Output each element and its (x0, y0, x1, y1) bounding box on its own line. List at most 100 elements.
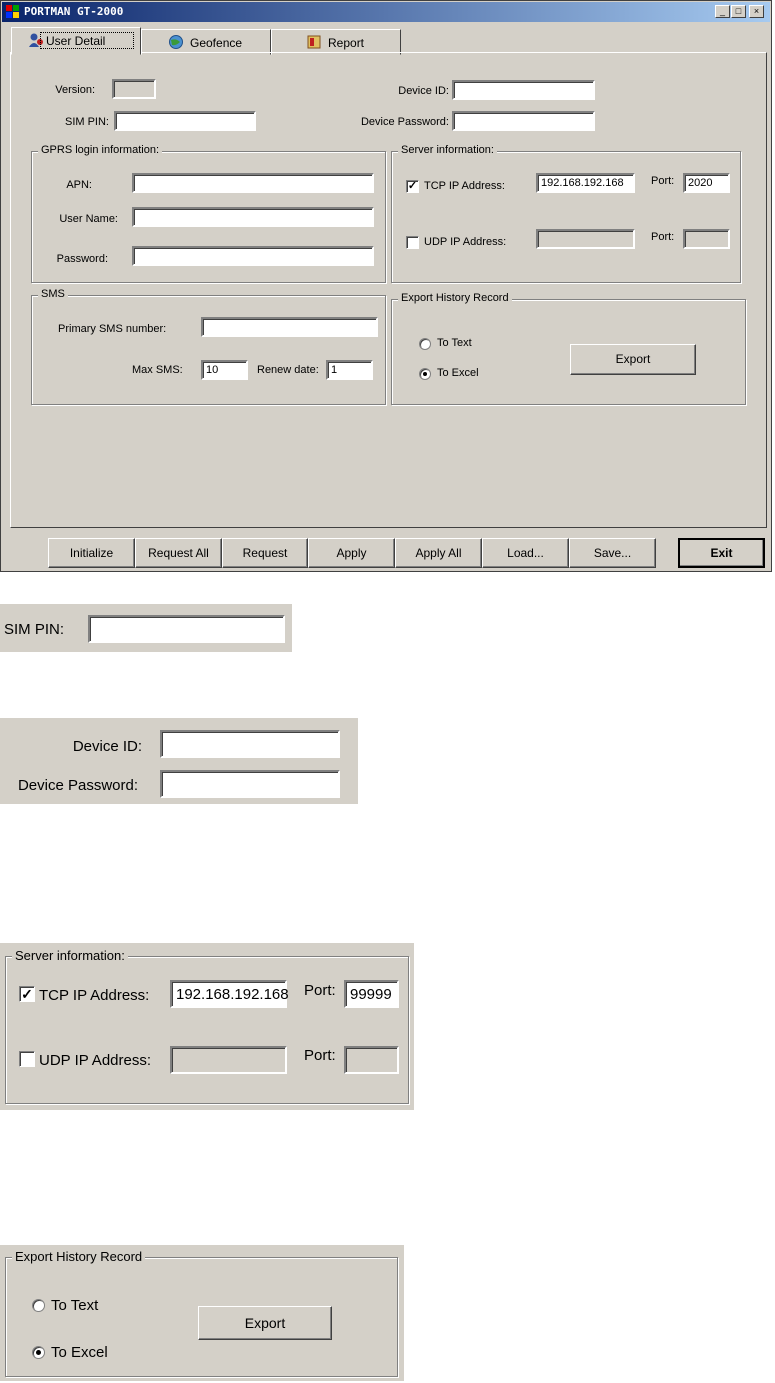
report-book-icon (306, 34, 322, 50)
user-name-input[interactable] (132, 207, 374, 227)
app-window: PORTMAN GT-2000 _ □ × User Detail Geofen… (0, 0, 772, 572)
server-group-title: Server information: (12, 948, 128, 963)
udp-port-label: Port: (651, 231, 675, 243)
apply-all-button[interactable]: Apply All (395, 538, 482, 568)
focus-rect (40, 32, 134, 49)
to-text-radio[interactable] (419, 338, 431, 350)
button-label: Load... (507, 546, 544, 560)
tab-label: Report (328, 36, 365, 50)
export-button: Export (198, 1306, 332, 1340)
tcp-ip-label: TCP IP Address: (424, 180, 505, 192)
export-button[interactable]: Export (570, 344, 696, 375)
udp-ip-input (536, 229, 635, 249)
zoom-sim-pin: SIM PIN: (0, 604, 292, 652)
sim-pin-label: SIM PIN: (4, 621, 65, 638)
save-button[interactable]: Save... (569, 538, 656, 568)
export-group: Export History Record To Text To Excel E… (391, 292, 746, 405)
tcp-checkbox[interactable]: ✓ (406, 180, 419, 193)
gprs-group: GPRS login information: APN: User Name: … (31, 144, 386, 283)
zoom-export: Export History Record To Text To Excel E… (0, 1245, 404, 1381)
udp-ip-label: UDP IP Address: (424, 236, 507, 248)
app-icon (6, 5, 20, 19)
tcp-port-input: 99999 (344, 980, 399, 1008)
device-id-input (160, 730, 340, 758)
tcp-ip-label: TCP IP Address: (39, 987, 150, 1004)
to-excel-label: To Excel (51, 1344, 108, 1361)
export-group-title: Export History Record (12, 1249, 146, 1264)
max-sms-input[interactable]: 10 (201, 360, 248, 380)
udp-port-input (344, 1046, 399, 1074)
user-detail-panel: Version: SIM PIN: Device ID: Device Pass… (10, 52, 767, 528)
to-excel-radio (32, 1346, 45, 1359)
server-group-title: Server information: (398, 144, 497, 156)
apn-label: APN: (66, 179, 92, 191)
udp-port-input (683, 229, 730, 249)
password-input[interactable] (132, 246, 374, 266)
sim-pin-input[interactable] (114, 111, 256, 131)
device-id-label: Device ID: (398, 85, 449, 97)
maximize-button[interactable]: □ (731, 5, 746, 18)
zoom-device: Device ID: Device Password: (0, 718, 358, 804)
initialize-button[interactable]: Initialize (48, 538, 135, 568)
to-text-label: To Text (51, 1297, 99, 1314)
request-all-button[interactable]: Request All (135, 538, 222, 568)
tcp-port-input[interactable]: 2020 (683, 173, 730, 193)
load-button[interactable]: Load... (482, 538, 569, 568)
request-button[interactable]: Request (222, 538, 308, 568)
tcp-ip-input[interactable]: 192.168.192.168 (536, 173, 635, 193)
renew-date-input[interactable]: 1 (326, 360, 373, 380)
tcp-port-label: Port: (651, 175, 675, 187)
exit-button[interactable]: Exit (678, 538, 765, 568)
udp-port-label: Port: (304, 1047, 336, 1064)
button-label: Request All (148, 546, 209, 560)
title-bar[interactable]: PORTMAN GT-2000 _ □ × (2, 2, 770, 22)
to-text-radio (32, 1299, 45, 1312)
device-id-input[interactable] (452, 80, 595, 100)
button-label: Request (242, 546, 288, 560)
renew-date-label: Renew date: (257, 364, 319, 376)
minimize-button[interactable]: _ (715, 5, 730, 18)
button-label: Exit (710, 546, 733, 560)
window-title: PORTMAN GT-2000 (24, 5, 124, 18)
apply-button[interactable]: Apply (308, 538, 395, 568)
password-label: Password: (56, 253, 108, 265)
tab-label: Geofence (190, 36, 243, 50)
version-field (112, 79, 156, 99)
zoom-server: Server information: ✓ TCP IP Address: 19… (0, 943, 414, 1110)
export-group-title: Export History Record (398, 292, 512, 304)
udp-checkbox (19, 1051, 35, 1067)
device-password-label: Device Password: (17, 777, 138, 794)
sim-pin-input (88, 615, 285, 643)
sim-pin-label: SIM PIN: (64, 116, 109, 128)
tcp-port-label: Port: (304, 982, 336, 999)
device-id-label: Device ID: (72, 738, 142, 755)
device-password-label: Device Password: (360, 116, 449, 128)
udp-ip-label: UDP IP Address: (39, 1052, 152, 1069)
button-label: Apply (336, 546, 367, 560)
udp-checkbox[interactable] (406, 236, 419, 249)
tcp-checkbox: ✓ (19, 986, 35, 1002)
gprs-group-title: GPRS login information: (38, 144, 162, 156)
sms-group-title: SMS (38, 288, 68, 300)
tab-user-detail[interactable]: User Detail (11, 27, 141, 55)
to-excel-radio[interactable] (419, 368, 431, 380)
server-group: Server information: ✓ TCP IP Address: 19… (5, 948, 409, 1104)
to-excel-label: To Excel (437, 367, 479, 379)
button-label: Initialize (69, 546, 114, 560)
to-text-label: To Text (437, 337, 472, 349)
globe-icon (168, 34, 184, 50)
max-sms-label: Max SMS: (132, 364, 183, 376)
user-name-label: User Name: (59, 213, 118, 225)
primary-sms-label: Primary SMS number: (58, 323, 167, 335)
export-button-label: Export (615, 352, 651, 366)
button-label: Apply All (415, 546, 462, 560)
tcp-ip-input: 192.168.192.168 (170, 980, 289, 1008)
device-password-input (160, 770, 340, 798)
version-label: Version: (55, 84, 95, 96)
primary-sms-input[interactable] (201, 317, 378, 337)
device-password-input[interactable] (452, 111, 595, 131)
sms-group: SMS Primary SMS number: Max SMS: 10 Rene… (31, 288, 386, 405)
apn-input[interactable] (132, 173, 374, 193)
export-button-label: Export (244, 1315, 286, 1331)
close-button[interactable]: × (749, 5, 764, 18)
